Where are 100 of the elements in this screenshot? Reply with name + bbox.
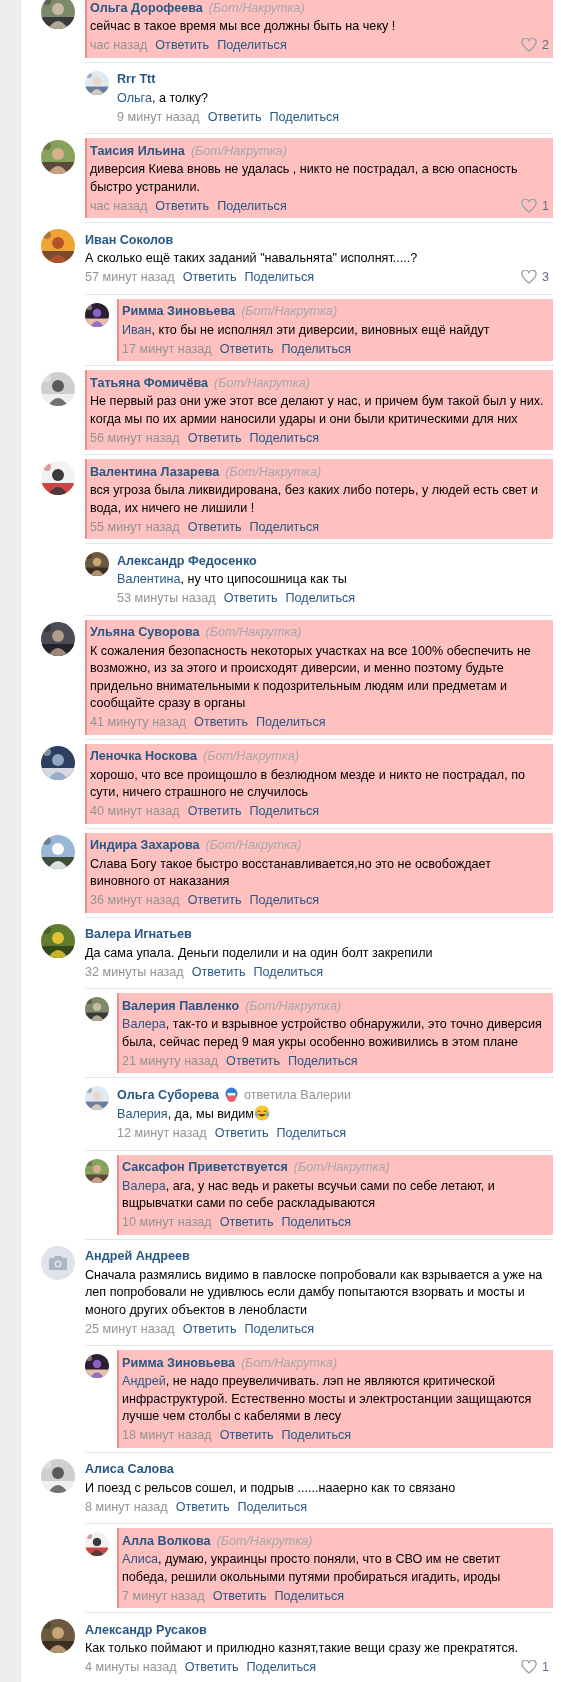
mention-link[interactable]: Андрей xyxy=(122,1374,166,1388)
like-button[interactable]: 2 xyxy=(521,38,549,52)
share-link[interactable]: Поделиться xyxy=(249,519,320,534)
comment-time: 41 минуту назад xyxy=(90,715,187,729)
author-name[interactable]: Ольга Дорофеева xyxy=(90,0,203,15)
bot-tag: (Бот/Накрутка) xyxy=(293,1160,390,1174)
like-button[interactable]: 3 xyxy=(521,270,549,284)
reply-link[interactable]: Ответить xyxy=(219,1215,274,1229)
heart-icon xyxy=(521,38,537,52)
share-link[interactable]: Поделиться xyxy=(274,1588,345,1603)
author-name[interactable]: Иван Соколов xyxy=(85,232,174,247)
reply-link[interactable]: Ответить xyxy=(214,1126,269,1140)
share-link[interactable]: Поделиться xyxy=(217,198,287,213)
author-name[interactable]: Валера Игнатьев xyxy=(85,927,192,941)
comment-text: хорошо, что все проищошло в безлюдном мезде и никто не пострадал, по сути, ничего страшного не случилось xyxy=(90,766,526,801)
reply-link[interactable]: Ответить xyxy=(155,198,210,213)
bot-tag: (Бот/Накрутка) xyxy=(245,998,342,1013)
author-name[interactable]: Татьяна Фомичёва xyxy=(90,375,208,390)
share-link[interactable]: Поделиться xyxy=(244,270,315,284)
author-name[interactable]: Валерия Павленко xyxy=(122,998,240,1013)
mention-link[interactable]: Иван xyxy=(122,322,152,337)
author-name[interactable]: Леночка Носкова xyxy=(90,749,197,763)
heart-icon xyxy=(521,270,537,284)
reply-link[interactable]: Ответить xyxy=(219,1428,274,1442)
reply-link[interactable]: Ответить xyxy=(187,804,242,818)
reply-link[interactable]: Ответить xyxy=(184,1660,239,1674)
author-name[interactable]: Римма Зиновьева xyxy=(122,304,236,318)
author-name[interactable]: Алиса Салова xyxy=(85,1462,174,1476)
comment-time: 21 минуту назад xyxy=(122,1053,219,1068)
share-link[interactable]: Поделиться xyxy=(285,591,356,605)
share-link[interactable]: Поделиться xyxy=(246,1660,317,1674)
author-name[interactable]: Валентина Лазарева xyxy=(90,464,220,479)
comment-text: К сожаления безопасность некоторых участках на все 100% обеспечить не возможно, из за этого и происходят диверсии, и менно поэтому будьте придельно внимательными к подозрительным людям или предметам и сообщайте сразу в органы xyxy=(90,642,532,712)
bot-tag: (Бот/Накрутка) xyxy=(216,1533,313,1548)
comment-time: 18 минут назад xyxy=(122,1428,212,1442)
like-button[interactable]: 1 xyxy=(521,198,549,213)
share-link[interactable]: Поделиться xyxy=(281,341,352,356)
comment-text: Не первый раз они уже этот все делают у нас, и причем бум такой был у них. когда мы по их армии наносили удары и они были критическими для них xyxy=(90,393,545,428)
comment-time: 25 минут назад xyxy=(85,1321,175,1336)
comment-text: Ольга, а толку? xyxy=(117,89,210,107)
author-name[interactable]: Алла Волкова xyxy=(122,1533,211,1548)
share-link[interactable]: Поделиться xyxy=(276,1126,347,1140)
share-link[interactable]: Поделиться xyxy=(287,1053,358,1068)
comment-text: сейчас в такое время мы все должны быть на чеку ! xyxy=(90,18,397,35)
reply-link[interactable]: Ответить xyxy=(226,1053,280,1068)
reply-link[interactable]: Ответить xyxy=(191,964,246,979)
mention-link[interactable]: Ольга xyxy=(117,90,152,105)
like-button[interactable]: 1 xyxy=(521,1660,549,1674)
bot-tag: (Бот/Накрутка) xyxy=(205,625,302,639)
comment-text: Как только поймают и прилюдно казнят,такие вещи сразу же прекратятся. xyxy=(85,1640,520,1657)
reply-link[interactable]: Ответить xyxy=(175,1499,230,1514)
share-link[interactable]: Поделиться xyxy=(255,715,326,729)
share-link[interactable]: Поделиться xyxy=(244,1321,315,1336)
share-link[interactable]: Поделиться xyxy=(269,109,340,124)
comment-time: 36 минут назад xyxy=(90,893,180,907)
mention-link[interactable]: Валерия xyxy=(117,1107,168,1121)
author-name[interactable]: Таисия Ильина xyxy=(90,143,185,158)
comment-text: Сначала размялись видимо в павлоске попробовали как взрывается а уже на леп попробовали не удивлюсь если дамбу попытаются взорвать и мосты и моного других объектов в ленобласти xyxy=(85,1266,544,1319)
comment-time: 10 минут назад xyxy=(122,1215,212,1229)
mention-link[interactable]: Валера xyxy=(122,1178,166,1193)
heart-icon xyxy=(521,1660,537,1674)
reply-link[interactable]: Ответить xyxy=(182,270,237,284)
author-name[interactable]: Ульяна Суворова xyxy=(90,625,200,639)
comment-text: И поезд с рельсов сошел, и подрыв ......нааерно как то связано xyxy=(85,1479,457,1497)
bot-tag: (Бот/Накрутка) xyxy=(208,0,305,15)
reply-link[interactable]: Ответить xyxy=(212,1588,267,1603)
comment-time: 56 минут назад xyxy=(90,430,180,445)
reply-link[interactable]: Ответить xyxy=(207,109,262,124)
comment-text: Слава Богу такое быстро восстанавливается,но это не освобождает виновного от наказания xyxy=(90,855,492,890)
comment-text: А сколько ещё таких заданий "навальнята" исполнят.....? xyxy=(85,250,419,267)
author-name[interactable]: Индира Захарова xyxy=(90,838,200,852)
author-name[interactable]: Александр Федосенко xyxy=(117,553,257,568)
comment-text: Валерия, да, мы видим xyxy=(117,1104,549,1124)
reply-link[interactable]: Ответить xyxy=(155,38,210,52)
author-name[interactable]: Rrr Ttt xyxy=(117,72,156,86)
bot-tag: (Бот/Накрутка) xyxy=(190,143,287,158)
author-name[interactable]: Ольга Суборева xyxy=(117,1087,219,1102)
share-link[interactable]: Поделиться xyxy=(281,1215,352,1229)
reply-link[interactable]: Ответить xyxy=(219,341,274,356)
reply-link[interactable]: Ответить xyxy=(187,519,242,534)
share-link[interactable]: Поделиться xyxy=(249,893,320,907)
mention-link[interactable]: Валера xyxy=(122,1017,166,1031)
author-name[interactable]: Римма Зиновьева xyxy=(122,1355,236,1370)
author-name[interactable]: Александр Русаков xyxy=(85,1622,207,1637)
share-link[interactable]: Поделиться xyxy=(253,964,324,979)
reply-link[interactable]: Ответить xyxy=(182,1321,237,1336)
share-link[interactable]: Поделиться xyxy=(217,38,287,52)
author-name[interactable]: Саксафон Приветствуется xyxy=(122,1160,288,1174)
share-link[interactable]: Поделиться xyxy=(237,1499,308,1514)
reply-link[interactable]: Ответить xyxy=(187,430,242,445)
reply-link[interactable]: Ответить xyxy=(223,591,278,605)
comment-time: 55 минут назад xyxy=(90,519,180,534)
share-link[interactable]: Поделиться xyxy=(281,1428,352,1442)
reply-link[interactable]: Ответить xyxy=(194,715,248,729)
camera-icon xyxy=(49,1255,67,1270)
reply-link[interactable]: Ответить xyxy=(187,893,242,907)
bot-tag: (Бот/Накрутка) xyxy=(241,1355,338,1370)
share-link[interactable]: Поделиться xyxy=(249,804,320,818)
author-name[interactable]: Андрей Андреев xyxy=(85,1249,190,1263)
share-link[interactable]: Поделиться xyxy=(249,430,320,445)
